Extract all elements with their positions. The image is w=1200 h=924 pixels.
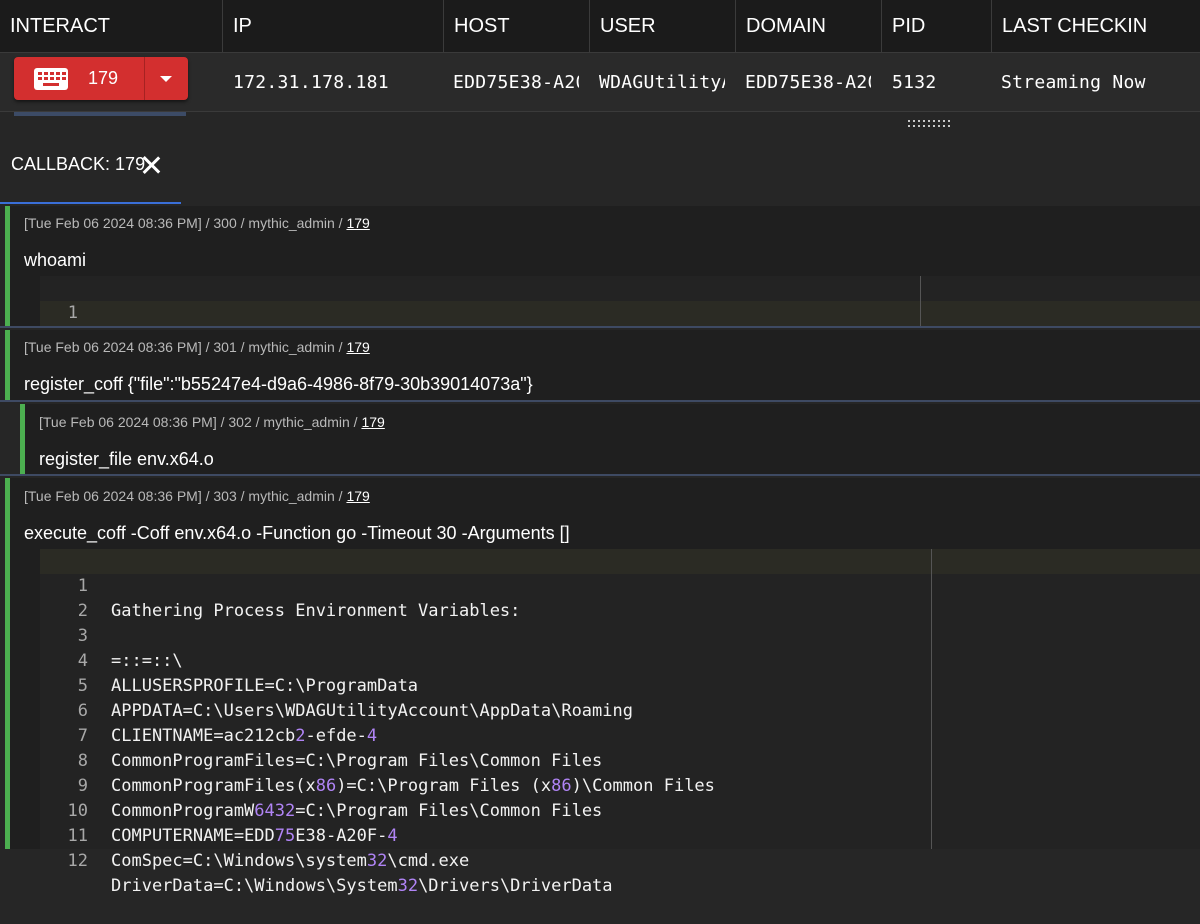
- cell-host: EDD75E38-A20F-4: [453, 72, 579, 93]
- task-output: 1 Gathering Process Environment Variable…: [40, 549, 1200, 896]
- tab-bar: CALLBACK: 179: [0, 130, 1200, 204]
- task-command: register_file env.x64.o: [39, 449, 214, 469]
- task-301: [Tue Feb 06 2024 08:36 PM] / 301 / mythi…: [5, 330, 1200, 400]
- output-line: 4 ALLUSERSPROFILE=C:\ProgramData: [40, 624, 1200, 696]
- task-meta-text: [Tue Feb 06 2024 08:36 PM] / 301 / mythi…: [24, 339, 347, 355]
- output-line: 6 CLIENTNAME=ac212cb2-efde-4: [40, 674, 1200, 746]
- output-line: 7 CommonProgramFiles=C:\Program Files\Co…: [40, 699, 1200, 771]
- column-header-user[interactable]: USER: [589, 0, 735, 52]
- interact-button[interactable]: 179: [14, 57, 145, 100]
- task-300: [Tue Feb 06 2024 08:36 PM] / 300 / mythi…: [5, 206, 1200, 373]
- table-row[interactable]: 179 172.31.178.181 EDD75E38-A20F-4 WDAGU…: [0, 53, 1200, 112]
- column-header-ip[interactable]: IP: [222, 0, 443, 52]
- callbacks-table: INTERACT IP HOST USER DOMAIN PID LAST CH…: [0, 0, 1200, 112]
- line-text: DriverData=C:\Windows\System32\Drivers\D…: [111, 876, 613, 896]
- task-output: 1 Local Identity: EDD75E38-A20F-4\WDAGUt…: [40, 276, 1200, 373]
- column-header-pid[interactable]: PID: [881, 0, 991, 52]
- close-icon[interactable]: [138, 152, 164, 178]
- column-header-host[interactable]: HOST: [443, 0, 589, 52]
- tab-callback[interactable]: CALLBACK: 179: [0, 130, 181, 204]
- line-number: 12: [67, 851, 88, 871]
- callback-link[interactable]: 179: [346, 339, 369, 355]
- task-303: [Tue Feb 06 2024 08:36 PM] / 303 / mythi…: [5, 478, 1200, 896]
- output-line: 11 ComSpec=C:\Windows\system32\cmd.exe: [40, 799, 1200, 871]
- column-header-last-checkin[interactable]: LAST CHECKIN: [991, 0, 1200, 52]
- task-meta: [Tue Feb 06 2024 08:36 PM] / 303 / mythi…: [24, 488, 370, 504]
- output-line: 5 APPDATA=C:\Users\WDAGUtilityAccount\Ap…: [40, 649, 1200, 721]
- task-meta-text: [Tue Feb 06 2024 08:36 PM] / 303 / mythi…: [24, 488, 347, 504]
- output-line: 9 CommonProgramW6432=C:\Program Files\Co…: [40, 749, 1200, 821]
- interact-dropdown-button[interactable]: [145, 57, 188, 100]
- tab-label: CALLBACK: 179: [11, 154, 146, 174]
- cell-user: WDAGUtilityAccount: [599, 72, 725, 93]
- callback-id: 179: [88, 68, 119, 88]
- column-header-interact[interactable]: INTERACT: [0, 0, 222, 52]
- output-line: 10 COMPUTERNAME=EDD75E38-A20F-4: [40, 774, 1200, 846]
- cell-last-checkin: Streaming Now: [1001, 72, 1146, 93]
- output-line: 1 Gathering Process Environment Variable…: [40, 549, 1200, 621]
- output-line: 3 =::=::\: [40, 599, 1200, 671]
- interact-button-group: 179: [14, 57, 188, 100]
- pane-splitter[interactable]: [0, 112, 1200, 130]
- task-separator: [0, 326, 1200, 328]
- task-meta-text: [Tue Feb 06 2024 08:36 PM] / 302 / mythi…: [39, 414, 362, 430]
- chevron-down-icon: [160, 76, 172, 82]
- output-line: 12 DriverData=C:\Windows\System32\Driver…: [40, 824, 1200, 896]
- output-line: 2: [40, 574, 1200, 621]
- keyboard-icon: [34, 68, 68, 90]
- callback-link[interactable]: 179: [346, 215, 369, 231]
- output-line: 1 Local Identity: EDD75E38-A20F-4\WDAGUt…: [40, 276, 1200, 348]
- scrollbar-thumb[interactable]: [14, 112, 186, 116]
- cell-pid: 5132: [892, 72, 937, 93]
- task-meta-text: [Tue Feb 06 2024 08:36 PM] / 300 / mythi…: [24, 215, 347, 231]
- cell-ip: 172.31.178.181: [233, 72, 389, 93]
- line-text: ComSpec=C:\Windows\system32\cmd.exe: [111, 851, 470, 871]
- cell-domain: EDD75E38-A20F-4: [745, 72, 871, 93]
- task-command: whoami: [24, 250, 87, 270]
- task-meta: [Tue Feb 06 2024 08:36 PM] / 300 / mythi…: [24, 215, 370, 231]
- task-302: [Tue Feb 06 2024 08:36 PM] / 302 / mythi…: [20, 404, 1200, 474]
- callback-link[interactable]: 179: [346, 488, 369, 504]
- table-header: INTERACT IP HOST USER DOMAIN PID LAST CH…: [0, 0, 1200, 53]
- callback-link[interactable]: 179: [361, 414, 384, 430]
- task-command: execute_coff -Coff env.x64.o -Function g…: [24, 523, 570, 543]
- output-line: 8 CommonProgramFiles(x86)=C:\Program Fil…: [40, 724, 1200, 796]
- task-meta: [Tue Feb 06 2024 08:36 PM] / 302 / mythi…: [39, 414, 385, 430]
- task-separator: [0, 474, 1200, 476]
- output-line: 2 Impersonation Identity: EDD75E38-A20F-…: [40, 301, 1200, 373]
- task-separator: [0, 400, 1200, 402]
- task-meta: [Tue Feb 06 2024 08:36 PM] / 301 / mythi…: [24, 339, 370, 355]
- task-command: register_coff {"file":"b55247e4-d9a6-498…: [24, 374, 533, 394]
- column-header-domain[interactable]: DOMAIN: [735, 0, 881, 52]
- drag-handle-icon[interactable]: [908, 120, 954, 128]
